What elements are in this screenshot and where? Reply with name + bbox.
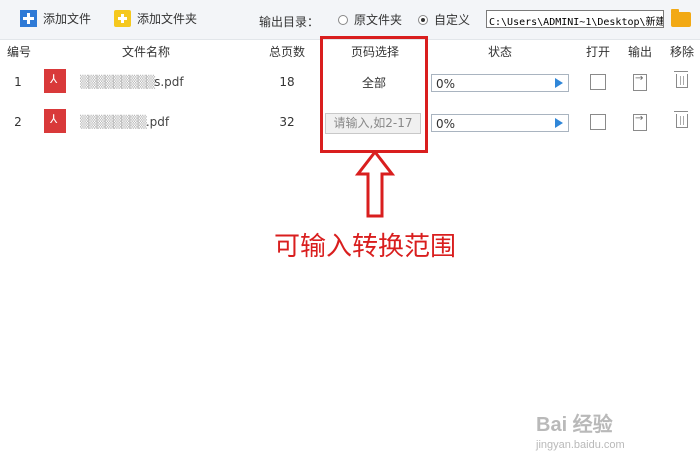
file-name-blurred: ▒▒▒▒▒▒▒▒ [80, 115, 147, 129]
folder-plus-icon [114, 10, 131, 27]
header-export: 输出 [627, 45, 652, 59]
page-count: 32 [279, 115, 295, 129]
file-name-ext: s.pdf [154, 75, 184, 89]
output-path-input[interactable]: C:\Users\ADMINI~1\Desktop\新建文 [486, 10, 664, 28]
pdf-file-icon [44, 69, 66, 93]
toolbar: 添加文件 添加文件夹 输出目录： 原文件夹 自定义 C:\Users\ADMIN… [0, 0, 700, 40]
header-status: 状态 [487, 45, 512, 59]
play-icon[interactable] [555, 118, 563, 128]
watermark-main: Bai 经验 [536, 414, 613, 436]
file-name-blurred: ▒▒▒▒▒▒▒▒▒ [80, 75, 155, 89]
up-arrow-icon [355, 150, 395, 218]
page-select-highlight-box [320, 36, 428, 153]
progress-text: 0% [436, 117, 456, 131]
radio-custom-label: 自定义 [434, 13, 471, 27]
radio-original-label: 原文件夹 [354, 13, 403, 27]
header-remove: 移除 [669, 45, 694, 59]
export-icon[interactable] [633, 113, 647, 131]
row-index: 1 [14, 75, 22, 89]
add-file-label: 添加文件 [43, 12, 92, 26]
file-name: ▒▒▒▒▒▒▒▒.pdf [80, 115, 250, 129]
watermark: Bai 经验 jingyan.baidu.com [536, 408, 625, 451]
open-external-icon[interactable] [590, 74, 606, 90]
browse-folder-button[interactable] [671, 9, 691, 27]
export-icon[interactable] [633, 73, 647, 91]
open-external-icon[interactable] [590, 114, 606, 130]
radio-original-dot[interactable] [338, 14, 348, 25]
radio-custom[interactable]: 自定义 [418, 11, 470, 28]
progress-bar: 0% [431, 74, 569, 92]
progress-bar: 0% [431, 114, 569, 132]
output-dir-label: 输出目录： [259, 15, 320, 29]
annotation-text: 可输入转换范围 [274, 232, 457, 262]
add-file-button[interactable]: 添加文件 [20, 10, 91, 27]
radio-original-folder[interactable]: 原文件夹 [338, 11, 402, 28]
pdf-file-icon [44, 109, 66, 133]
trash-icon[interactable] [674, 111, 688, 128]
row-index: 2 [14, 115, 22, 129]
page-count: 18 [279, 75, 295, 89]
header-filename: 文件名称 [121, 45, 170, 59]
trash-icon[interactable] [674, 71, 688, 88]
header-index: 编号 [6, 45, 31, 59]
file-name: ▒▒▒▒▒▒▒▒▒s.pdf [80, 75, 250, 89]
header-pages: 总页数 [268, 45, 305, 59]
play-icon[interactable] [555, 78, 563, 88]
plus-square-icon [20, 10, 37, 27]
watermark-sub: jingyan.baidu.com [536, 439, 625, 451]
progress-text: 0% [436, 77, 456, 91]
add-folder-label: 添加文件夹 [137, 12, 198, 26]
file-name-ext: .pdf [145, 115, 170, 129]
radio-custom-dot[interactable] [418, 14, 428, 25]
header-open: 打开 [585, 45, 610, 59]
add-folder-button[interactable]: 添加文件夹 [114, 10, 197, 27]
